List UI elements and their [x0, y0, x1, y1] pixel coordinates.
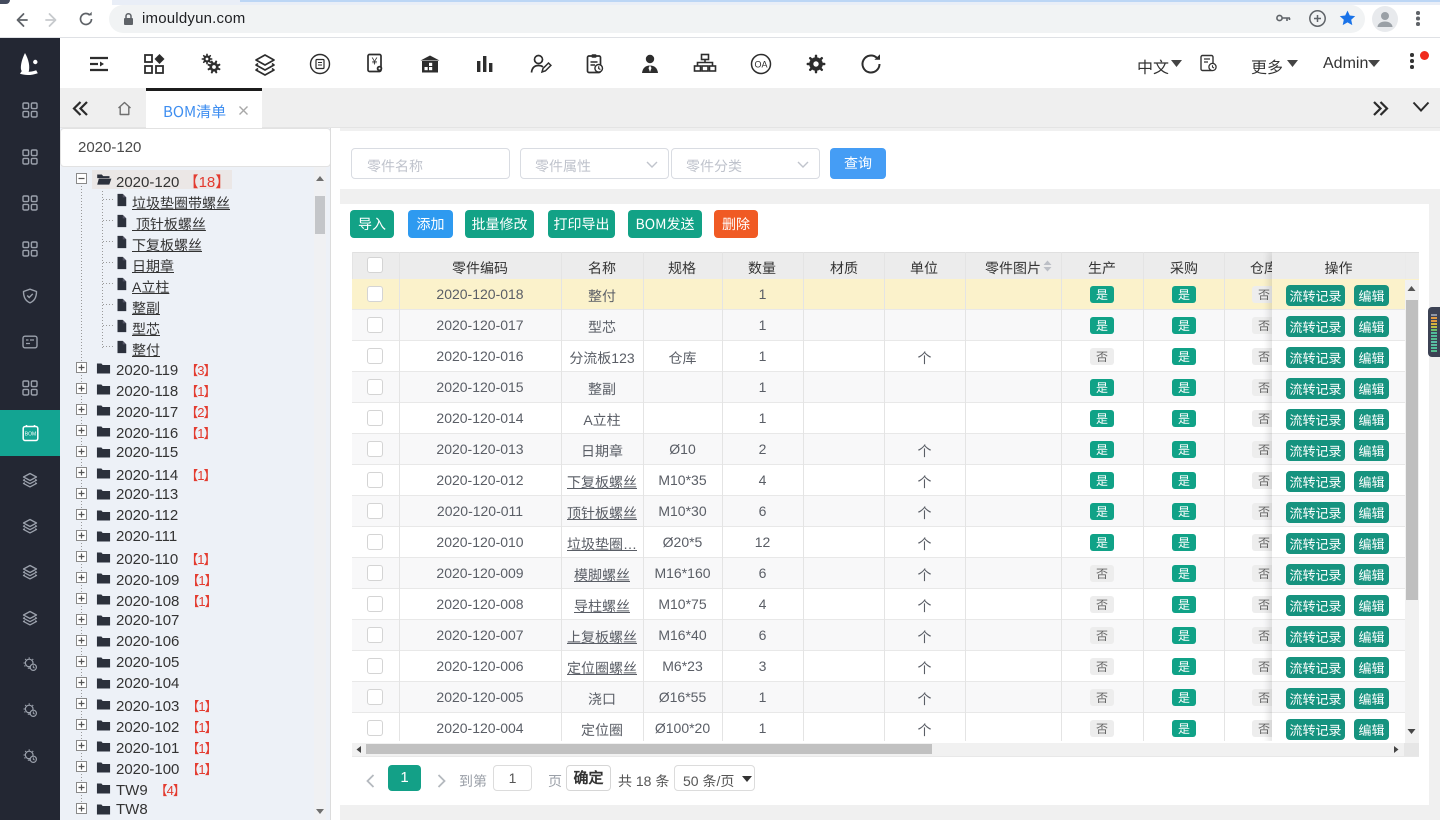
svg-text:OA: OA: [754, 60, 767, 70]
svg-text:¥: ¥: [371, 57, 378, 68]
svg-text:BOM: BOM: [25, 432, 36, 438]
